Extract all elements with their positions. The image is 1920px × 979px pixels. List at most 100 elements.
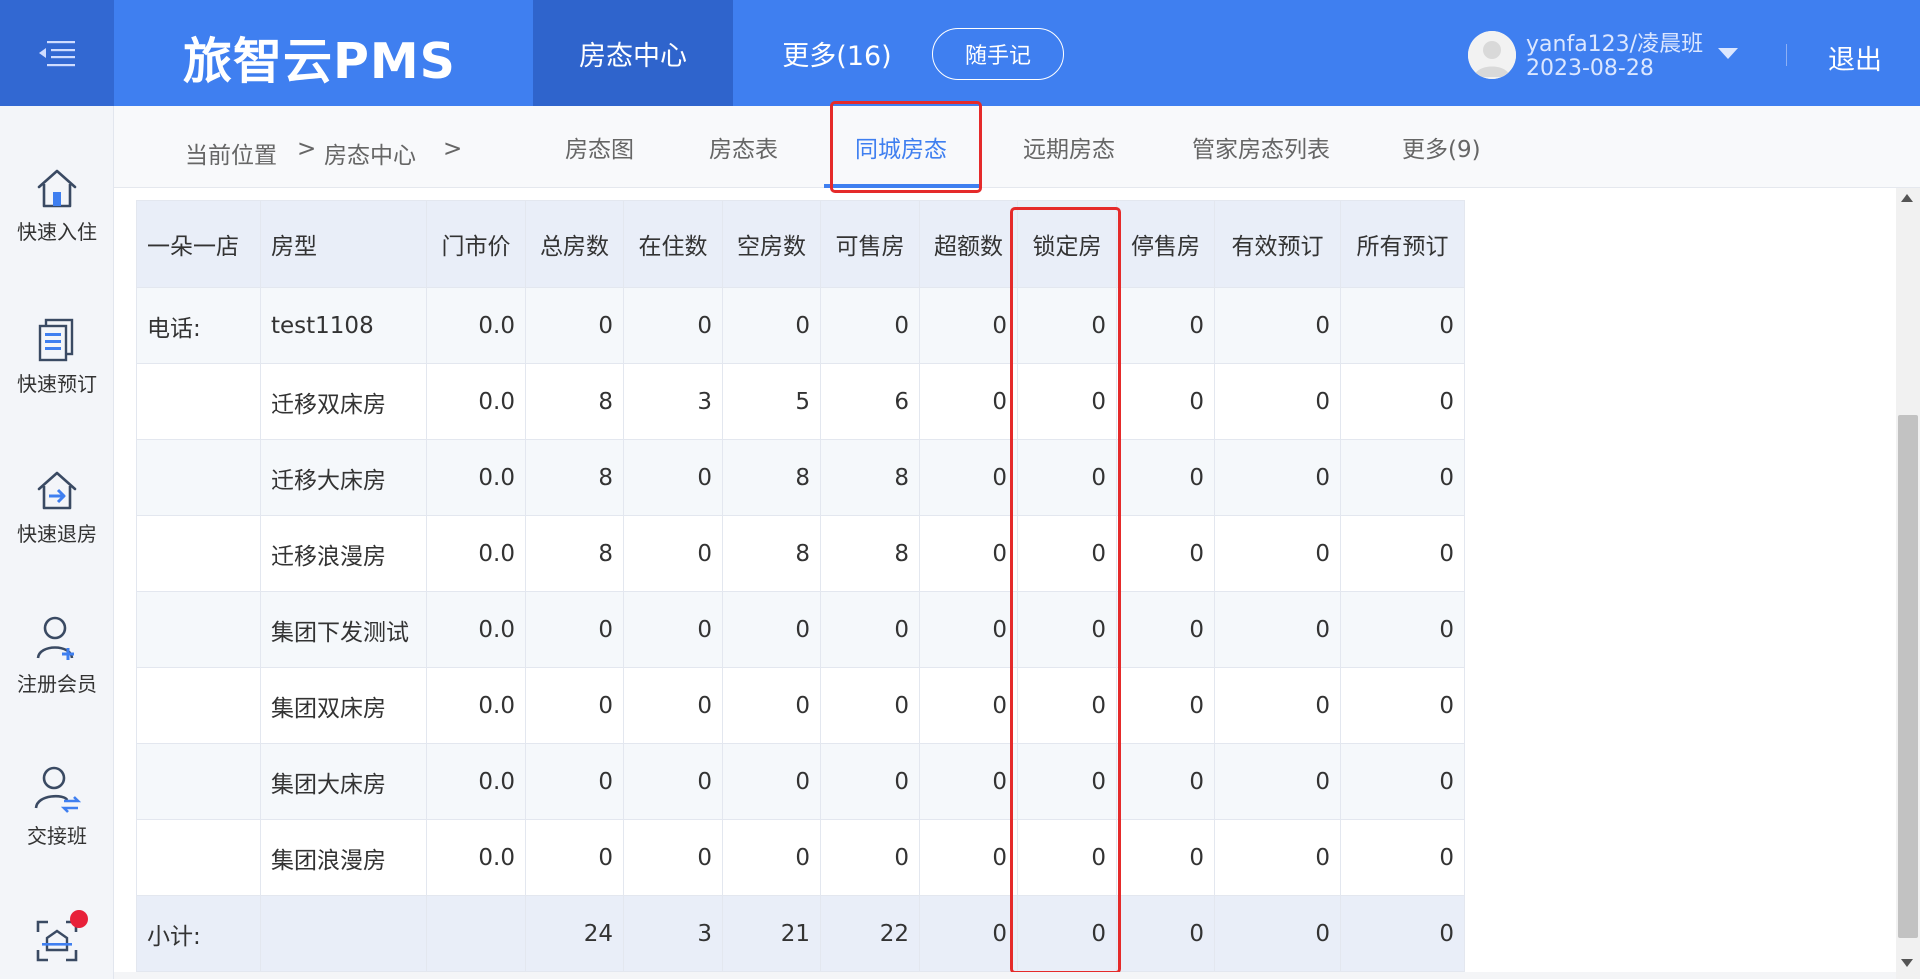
table-cell: 0	[623, 667, 723, 744]
memo-button[interactable]: 随手记	[932, 28, 1064, 80]
table-cell: 0	[1214, 591, 1341, 668]
table-cell: 8	[820, 515, 920, 592]
table-cell: 迁移浪漫房	[260, 515, 427, 592]
table-cell: 0	[1017, 287, 1117, 364]
table-cell: 0	[1340, 591, 1465, 668]
user-name: yanfa123/凌晨班	[1526, 32, 1704, 57]
menu-toggle-button[interactable]	[0, 0, 114, 106]
logout-button[interactable]: 退出	[1828, 38, 1882, 77]
table-row: 迁移大床房 0.0 8 0 8 8 0 0 0 0 0	[136, 439, 1465, 516]
column-header-occupied: 在住数	[623, 200, 723, 288]
table-cell: 8	[722, 439, 821, 516]
table-row: 迁移浪漫房 0.0 8 0 8 8 0 0 0 0 0	[136, 515, 1465, 592]
breadcrumb-separator: >	[443, 136, 463, 162]
table-cell: 0	[919, 667, 1018, 744]
table-cell: 0	[1017, 743, 1117, 820]
header-divider	[1786, 44, 1787, 66]
table-cell: 0	[919, 819, 1018, 896]
table-cell: 集团浪漫房	[260, 819, 427, 896]
table-header-row: 一朵一店 房型 门市价 总房数 在住数 空房数 可售房 超额数 锁定房 停售房 …	[136, 200, 1465, 288]
sidebar-item-label: 快速预订	[17, 372, 97, 396]
table-cell: 0	[919, 515, 1018, 592]
column-header-locked: 锁定房	[1017, 200, 1117, 288]
table-cell: 0	[1340, 667, 1465, 744]
app-logo: 旅智云PMS	[183, 33, 456, 90]
shift-handover-icon	[34, 766, 82, 813]
tab-room-status-map[interactable]: 房态图	[565, 130, 634, 164]
table-cell: 0	[525, 287, 624, 364]
table-cell: 0	[1214, 743, 1341, 820]
nav-more[interactable]: 更多(16)	[762, 0, 912, 106]
sidebar-item-quick-checkout[interactable]: 快速退房	[0, 468, 114, 547]
table-cell: 0	[1116, 743, 1215, 820]
table-cell: 0	[1116, 819, 1215, 896]
table-cell: 0	[1116, 591, 1215, 668]
table-cell: 22	[820, 895, 920, 972]
table-cell: 0	[1116, 439, 1215, 516]
table-cell	[136, 667, 261, 744]
scroll-down-arrow-icon[interactable]	[1901, 959, 1913, 967]
table-cell: 0.0	[426, 363, 526, 440]
user-avatar-icon	[1468, 31, 1516, 79]
tab-housekeeping-list[interactable]: 管家房态列表	[1192, 130, 1330, 164]
tab-more[interactable]: 更多(9)	[1402, 130, 1481, 164]
column-header-rack-rate: 门市价	[426, 200, 526, 288]
table-row: 电话: test1108 0.0 0 0 0 0 0 0 0 0 0	[136, 287, 1465, 364]
tab-room-status-table[interactable]: 房态表	[709, 130, 778, 164]
table-cell	[136, 819, 261, 896]
scroll-up-arrow-icon[interactable]	[1901, 194, 1913, 202]
sidebar-item-quick-checkin[interactable]: 快速入住	[0, 166, 114, 245]
table-cell: 0	[1214, 895, 1341, 972]
scrollbar-thumb[interactable]	[1898, 415, 1918, 938]
table-cell: 集团下发测试	[260, 591, 427, 668]
table-cell: 0	[722, 743, 821, 820]
table-cell: 0	[820, 591, 920, 668]
tab-city-room-status[interactable]: 同城房态	[855, 130, 947, 164]
room-status-table-container: 一朵一店 房型 门市价 总房数 在住数 空房数 可售房 超额数 锁定房 停售房 …	[136, 200, 1465, 972]
sidebar-item-shift-handover[interactable]: 交接班	[0, 764, 114, 849]
table-cell: 0	[623, 515, 723, 592]
breadcrumb-current[interactable]: 房态中心	[324, 136, 416, 170]
notification-badge	[70, 910, 88, 928]
table-cell: 0	[722, 819, 821, 896]
table-cell: 0	[1340, 363, 1465, 440]
table-cell: 0	[1017, 515, 1117, 592]
table-cell: 8	[525, 363, 624, 440]
table-row: 集团下发测试 0.0 0 0 0 0 0 0 0 0 0	[136, 591, 1465, 668]
table-cell: 0	[722, 287, 821, 364]
table-cell: 0	[1017, 895, 1117, 972]
table-cell: 0.0	[426, 819, 526, 896]
bottom-edge	[114, 972, 1896, 979]
table-cell	[136, 439, 261, 516]
checkout-icon	[37, 471, 77, 510]
table-cell: 0	[623, 591, 723, 668]
sidebar-item-label: 快速入住	[17, 220, 97, 244]
avatar[interactable]	[1468, 31, 1516, 79]
column-header-total-rooms: 总房数	[525, 200, 624, 288]
table-cell: 8	[820, 439, 920, 516]
nav-room-status-center[interactable]: 房态中心	[533, 0, 733, 106]
column-header-valid-bookings: 有效预订	[1214, 200, 1341, 288]
sidebar-item-quick-booking[interactable]: 快速预订	[0, 318, 114, 397]
sidebar-item-scan[interactable]	[0, 910, 114, 970]
table-cell: 0	[820, 667, 920, 744]
table-cell: 迁移大床房	[260, 439, 427, 516]
table-cell	[260, 895, 427, 972]
tab-future-room-status[interactable]: 远期房态	[1023, 130, 1115, 164]
room-status-table: 一朵一店 房型 门市价 总房数 在住数 空房数 可售房 超额数 锁定房 停售房 …	[136, 200, 1465, 972]
business-date: 2023-08-28	[1526, 56, 1654, 81]
sidebar-item-register-member[interactable]: 注册会员	[0, 614, 114, 697]
table-cell: 0	[919, 363, 1018, 440]
table-cell: 5	[722, 363, 821, 440]
home-icon	[37, 169, 77, 208]
table-cell: 0	[820, 743, 920, 820]
table-cell: 0	[1116, 515, 1215, 592]
table-cell: 0	[1340, 515, 1465, 592]
table-cell: 集团双床房	[260, 667, 427, 744]
sidebar-item-label: 快速退房	[17, 522, 97, 546]
sidebar-item-label: 注册会员	[17, 672, 97, 696]
table-row: 集团大床房 0.0 0 0 0 0 0 0 0 0 0	[136, 743, 1465, 820]
table-row: 集团双床房 0.0 0 0 0 0 0 0 0 0 0	[136, 667, 1465, 744]
chevron-down-icon[interactable]	[1718, 48, 1738, 59]
table-cell: 0	[1340, 819, 1465, 896]
